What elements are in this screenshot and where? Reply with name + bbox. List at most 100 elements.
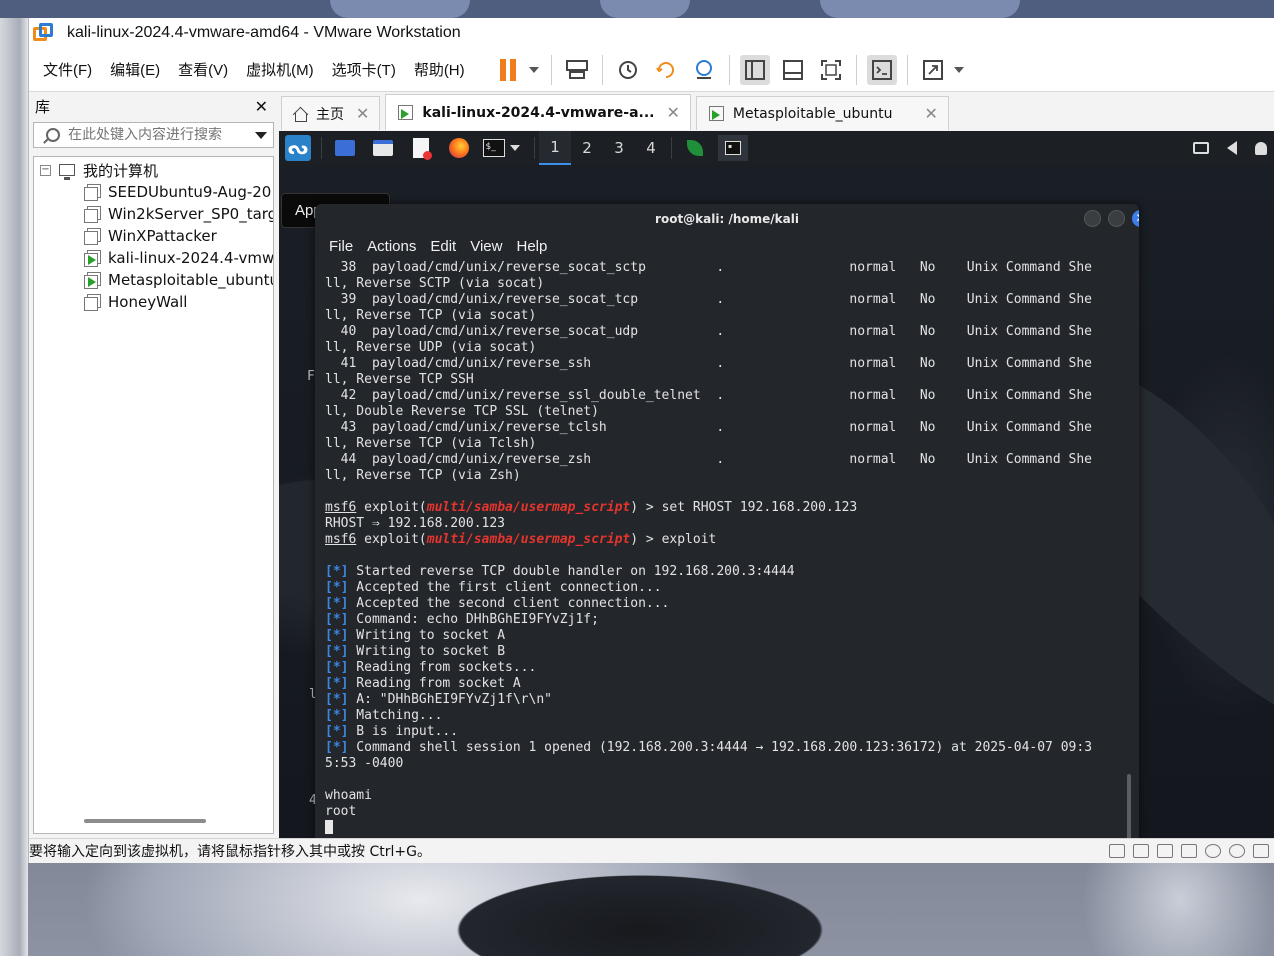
show-desktop-icon[interactable]	[330, 135, 360, 161]
disc-icon[interactable]	[1229, 844, 1245, 858]
vm-tree: − 我的计算机 SEEDUbuntu9-Aug-2010 Win2kServer…	[33, 156, 274, 834]
snapshot-manager-icon[interactable]	[689, 55, 719, 85]
close-icon[interactable]: ✕	[667, 103, 680, 122]
terminal-line: whoami	[325, 788, 1125, 804]
vm-console[interactable]: ᔓ $_ 1 2 3 4 ▪ Applications F li 4	[279, 131, 1274, 838]
close-icon[interactable]: ✕	[925, 104, 938, 123]
tree-vm-item[interactable]: SEEDUbuntu9-Aug-2010	[34, 181, 273, 203]
display-icon[interactable]	[1253, 844, 1269, 858]
menu-vm[interactable]: 虚拟机(M)	[246, 59, 314, 80]
kali-menu-button[interactable]: ᔓ	[283, 135, 313, 161]
status-marker: [*]	[325, 692, 349, 707]
tree-scrollbar[interactable]	[84, 819, 206, 823]
search-input[interactable]	[68, 127, 255, 143]
terminal-line: [*] Accepted the second client connectio…	[325, 596, 1125, 612]
app-leaf-icon[interactable]	[680, 135, 710, 161]
terminal-text: ll, Reverse TCP (via socat)	[325, 308, 537, 323]
terminal-window-icon[interactable]: ▪	[718, 135, 748, 161]
terminal-scrollbar[interactable]	[1127, 774, 1131, 838]
network-icon[interactable]	[1133, 844, 1149, 858]
usb-icon[interactable]	[1181, 844, 1197, 858]
workspace-1[interactable]: 1	[539, 131, 571, 165]
stretch-dropdown-icon[interactable]	[953, 66, 964, 73]
terminal-line: 38 payload/cmd/unix/reverse_socat_sctp .…	[325, 260, 1125, 276]
terminal-menu-file[interactable]: File	[329, 238, 353, 255]
display-icon[interactable]	[1193, 142, 1209, 154]
terminal-text: Command shell session 1 opened (192.168.…	[348, 740, 1093, 755]
status-marker: [*]	[325, 612, 349, 627]
terminal-text: Command: echo DHhBGhEI9FYvZj1f;	[348, 612, 599, 627]
snapshot-icon[interactable]	[613, 55, 643, 85]
tab-home[interactable]: 主页 ✕	[281, 96, 381, 130]
collapse-icon[interactable]: −	[40, 164, 51, 176]
workspace-3[interactable]: 3	[603, 131, 635, 165]
terminal-icon[interactable]: $_	[482, 135, 526, 161]
thumbnail-view-icon[interactable]	[778, 55, 808, 85]
terminal-text: Accepted the first client connection...	[348, 580, 662, 595]
terminal-menu-help[interactable]: Help	[516, 238, 547, 255]
terminal-window[interactable]: root@kali: /home/kali ✕ File Actions Edi…	[315, 204, 1139, 838]
menu-help[interactable]: 帮助(H)	[414, 59, 465, 80]
terminal-menu-actions[interactable]: Actions	[367, 238, 416, 255]
vm-running-icon	[707, 105, 725, 122]
terminal-text: Reading from socket A	[348, 676, 521, 691]
terminal-output[interactable]: 38 payload/cmd/unix/reverse_socat_sctp .…	[325, 260, 1125, 838]
status-marker: [*]	[325, 596, 349, 611]
wireless-icon[interactable]	[1205, 844, 1221, 858]
tree-vm-item[interactable]: Metasploitable_ubuntu	[34, 269, 273, 291]
stretch-icon[interactable]	[918, 55, 948, 85]
tab-metasploitable[interactable]: Metasploitable_ubuntu ✕	[695, 96, 949, 130]
tree-root-my-computer[interactable]: − 我的计算机	[34, 159, 273, 181]
status-marker: [*]	[325, 628, 349, 643]
file-manager-icon[interactable]	[368, 135, 398, 161]
chevron-down-icon[interactable]	[255, 131, 267, 139]
terminal-text: 44 payload/cmd/unix/reverse_zsh . normal…	[325, 452, 1093, 467]
library-view-icon[interactable]	[739, 54, 770, 85]
menu-edit[interactable]: 编辑(E)	[110, 59, 160, 80]
close-icon[interactable]: ✕	[255, 97, 268, 116]
sound-icon[interactable]	[1157, 844, 1173, 858]
command-text: ) > set RHOST 192.168.200.123	[630, 500, 858, 515]
tree-vm-item[interactable]: WinXPattacker	[34, 225, 273, 247]
close-icon[interactable]: ✕	[356, 104, 369, 123]
hard-disk-icon[interactable]	[1109, 844, 1125, 858]
tree-vm-item[interactable]: kali-linux-2024.4-vmware-amd64	[34, 247, 273, 269]
vmware-logo-icon	[33, 23, 53, 43]
library-panel: 库 ✕ − 我的计算机 SEEDUbuntu9-Aug-2010 Win2kSe…	[29, 92, 276, 838]
maximize-button[interactable]	[1108, 210, 1125, 227]
tab-kali[interactable]: kali-linux-2024.4-vmware-a... ✕	[385, 94, 691, 130]
close-button[interactable]: ✕	[1132, 210, 1139, 227]
send-ctrl-alt-del-icon[interactable]	[562, 55, 592, 85]
terminal-menu-view[interactable]: View	[470, 238, 502, 255]
status-marker: [*]	[325, 660, 349, 675]
tree-vm-item[interactable]: Win2kServer_SP0_target	[34, 203, 273, 225]
fullscreen-icon[interactable]	[816, 55, 846, 85]
notification-bell-icon[interactable]	[1255, 141, 1267, 155]
prompt-module: multi/samba/usermap_script	[426, 532, 631, 547]
terminal-line: RHOST ⇒ 192.168.200.123	[325, 516, 1125, 532]
workspace-2[interactable]: 2	[571, 131, 603, 165]
command-text: whoami	[325, 788, 372, 803]
revert-snapshot-icon[interactable]	[651, 55, 681, 85]
terminal-text: RHOST ⇒ 192.168.200.123	[325, 516, 506, 531]
terminal-menu-edit[interactable]: Edit	[430, 238, 456, 255]
workspace-4[interactable]: 4	[635, 131, 667, 165]
terminal-text: B is input...	[348, 724, 459, 739]
terminal-line: ll, Reverse TCP (via Zsh)	[325, 468, 1125, 484]
prompt-user: msf6	[325, 500, 357, 515]
pause-dropdown-icon[interactable]	[528, 66, 539, 73]
menu-tabs[interactable]: 选项卡(T)	[332, 59, 396, 80]
text-editor-icon[interactable]	[406, 135, 436, 161]
minimize-button[interactable]	[1084, 210, 1101, 227]
console-view-icon[interactable]	[866, 54, 897, 85]
menu-view[interactable]: 查看(V)	[178, 59, 228, 80]
speaker-icon[interactable]	[1227, 141, 1237, 155]
firefox-icon[interactable]	[444, 135, 474, 161]
tree-vm-item[interactable]: HoneyWall	[34, 291, 273, 313]
menu-file[interactable]: 文件(F)	[43, 59, 92, 80]
pause-icon[interactable]	[493, 55, 523, 85]
terminal-line: ll, Reverse SCTP (via socat)	[325, 276, 1125, 292]
terminal-text: 43 payload/cmd/unix/reverse_tclsh . norm…	[325, 420, 1093, 435]
terminal-line: [*] Reading from sockets...	[325, 660, 1125, 676]
terminal-text: exploit(	[356, 500, 427, 515]
